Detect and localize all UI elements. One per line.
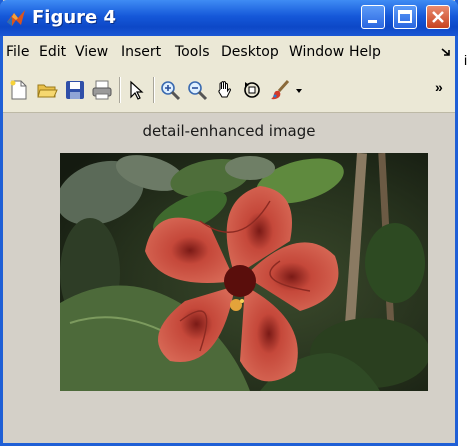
hibiscus-photo-image — [60, 153, 428, 391]
title-bar[interactable]: Figure 4 — [0, 0, 458, 36]
background-text-fragment: i — [464, 52, 468, 68]
close-icon — [432, 11, 444, 23]
zoom-in-icon[interactable] — [159, 79, 181, 101]
zoom-out-icon[interactable] — [186, 79, 208, 101]
toolbar-overflow-chevron-icon[interactable]: » — [435, 79, 443, 95]
menu-view[interactable]: View — [75, 44, 108, 60]
toolbar-separator — [153, 77, 155, 103]
minimize-icon — [368, 20, 377, 23]
minimize-button[interactable] — [361, 5, 385, 29]
window-title: Figure 4 — [32, 7, 117, 28]
menu-file[interactable]: File — [6, 44, 29, 60]
print-figure-icon[interactable] — [91, 79, 113, 101]
pan-hand-icon[interactable] — [214, 79, 236, 101]
menu-window[interactable]: Window — [289, 44, 344, 60]
figure-window: Figure 4 File Edit View Insert Tools Des… — [0, 0, 458, 446]
menu-edit[interactable]: Edit — [39, 44, 66, 60]
menu-overflow-arrow-icon[interactable] — [440, 46, 452, 58]
figure-toolbar: » — [3, 69, 455, 113]
figure-canvas: detail-enhanced image — [3, 113, 455, 443]
data-cursor-brush-icon[interactable] — [269, 79, 291, 101]
menu-help[interactable]: Help — [349, 44, 381, 60]
open-file-icon[interactable] — [36, 79, 58, 101]
close-button[interactable] — [426, 5, 450, 29]
matlab-logo-icon — [7, 10, 25, 26]
maximize-button[interactable] — [393, 5, 417, 29]
new-figure-icon[interactable] — [8, 79, 30, 101]
toolbar-separator — [119, 77, 121, 103]
save-figure-icon[interactable] — [64, 79, 86, 101]
menu-tools[interactable]: Tools — [175, 44, 210, 60]
image-title: detail-enhanced image — [142, 122, 316, 140]
maximize-icon — [398, 10, 412, 23]
rotate-3d-icon[interactable] — [241, 79, 263, 101]
chevron-down-icon[interactable] — [295, 87, 303, 95]
edit-plot-arrow-icon[interactable] — [125, 79, 147, 101]
menu-bar: File Edit View Insert Tools Desktop Wind… — [3, 36, 455, 69]
menu-insert[interactable]: Insert — [121, 44, 161, 60]
menu-desktop[interactable]: Desktop — [221, 44, 279, 60]
